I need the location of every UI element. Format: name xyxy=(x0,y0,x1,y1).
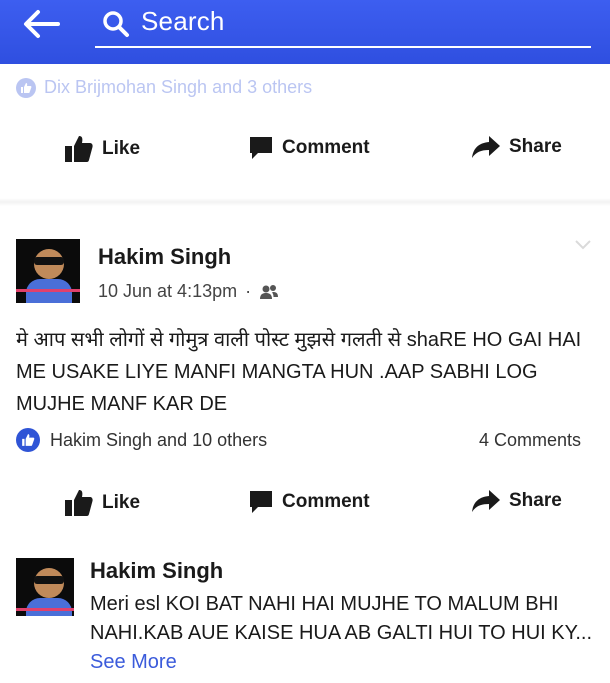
top-bar: Search xyxy=(0,0,610,64)
search-icon[interactable] xyxy=(102,10,130,38)
comment-button[interactable]: Comment xyxy=(248,489,370,515)
post-body-text: मे आप सभी लोगों से गोमुत्र वाली पोस्ट मु… xyxy=(16,329,582,415)
see-more-link[interactable]: See More xyxy=(90,651,177,673)
avatar[interactable] xyxy=(16,239,80,303)
like-button[interactable]: Like xyxy=(64,489,140,517)
post-action-bar: Like Comment Share xyxy=(0,489,610,529)
post-author-name[interactable]: Hakim Singh xyxy=(98,244,231,270)
comment-bubble-icon xyxy=(250,137,272,159)
post-reactions[interactable]: Hakim Singh and 10 others xyxy=(16,428,267,452)
comments-count-link[interactable]: 4 Comments xyxy=(479,430,581,451)
comment-body: Meri esl KOI BAT NAHI HAI MUJHE TO MALUM… xyxy=(90,590,605,677)
back-arrow-icon[interactable] xyxy=(22,8,62,40)
share-label: Share xyxy=(509,136,562,157)
like-reaction-icon xyxy=(16,428,40,452)
meta-separator: · xyxy=(245,281,252,301)
like-button[interactable]: Like xyxy=(64,135,140,163)
comment-avatar[interactable] xyxy=(16,558,74,616)
comment-button[interactable]: Comment xyxy=(248,135,370,161)
post-reactions-text: Hakim Singh and 10 others xyxy=(50,429,268,450)
share-label: Share xyxy=(509,490,562,511)
comment-label: Comment xyxy=(282,491,370,512)
share-arrow-icon xyxy=(472,490,500,512)
previous-post-reactions-text: Dix Brijmohan Singh and 3 others xyxy=(44,77,313,97)
like-reaction-icon xyxy=(16,77,36,98)
post-meta: 10 Jun at 4:13pm · xyxy=(98,281,279,302)
comment-author-name[interactable]: Hakim Singh xyxy=(90,558,223,584)
previous-post-reactions[interactable]: Dix Brijmohan Singh and 3 others xyxy=(16,77,312,98)
previous-post-action-bar: Like Comment Share xyxy=(0,135,610,175)
share-arrow-icon xyxy=(472,136,500,158)
comment-label: Comment xyxy=(282,137,370,158)
like-label: Like xyxy=(102,138,141,159)
post-options-chevron-icon[interactable] xyxy=(574,238,592,250)
friends-audience-icon xyxy=(260,284,279,299)
search-input[interactable]: Search xyxy=(141,6,225,37)
comment-body-text: Meri esl KOI BAT NAHI HAI MUJHE TO MALUM… xyxy=(90,593,593,644)
search-underline xyxy=(95,46,591,48)
like-label: Like xyxy=(102,492,141,513)
share-button[interactable]: Share xyxy=(471,135,562,159)
thumbs-up-icon xyxy=(65,136,93,162)
post-divider xyxy=(0,198,610,206)
thumbs-up-icon xyxy=(65,490,93,516)
share-button[interactable]: Share xyxy=(471,489,562,513)
comment-bubble-icon xyxy=(250,491,272,513)
post-timestamp[interactable]: 10 Jun at 4:13pm xyxy=(98,281,237,302)
